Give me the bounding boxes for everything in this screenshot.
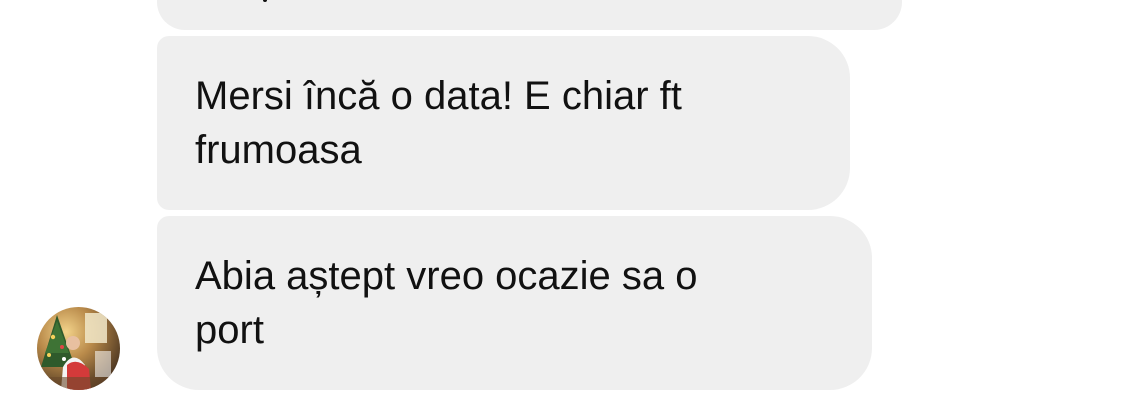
message-text-cutoff <box>263 0 267 2</box>
avatar[interactable] <box>37 307 120 390</box>
message-thread: Mersi încă o data! E chiar ft frumoasa A… <box>0 0 1125 420</box>
message-bubble-previous[interactable] <box>157 0 902 30</box>
message-bubble[interactable]: Abia aștept vreo ocazie sa o port <box>157 216 872 390</box>
message-text: Mersi încă o data! E chiar ft frumoasa <box>195 74 682 172</box>
profile-photo-icon <box>37 307 120 390</box>
message-bubble[interactable]: Mersi încă o data! E chiar ft frumoasa <box>157 36 850 210</box>
message-text: Abia aștept vreo ocazie sa o port <box>195 254 698 352</box>
